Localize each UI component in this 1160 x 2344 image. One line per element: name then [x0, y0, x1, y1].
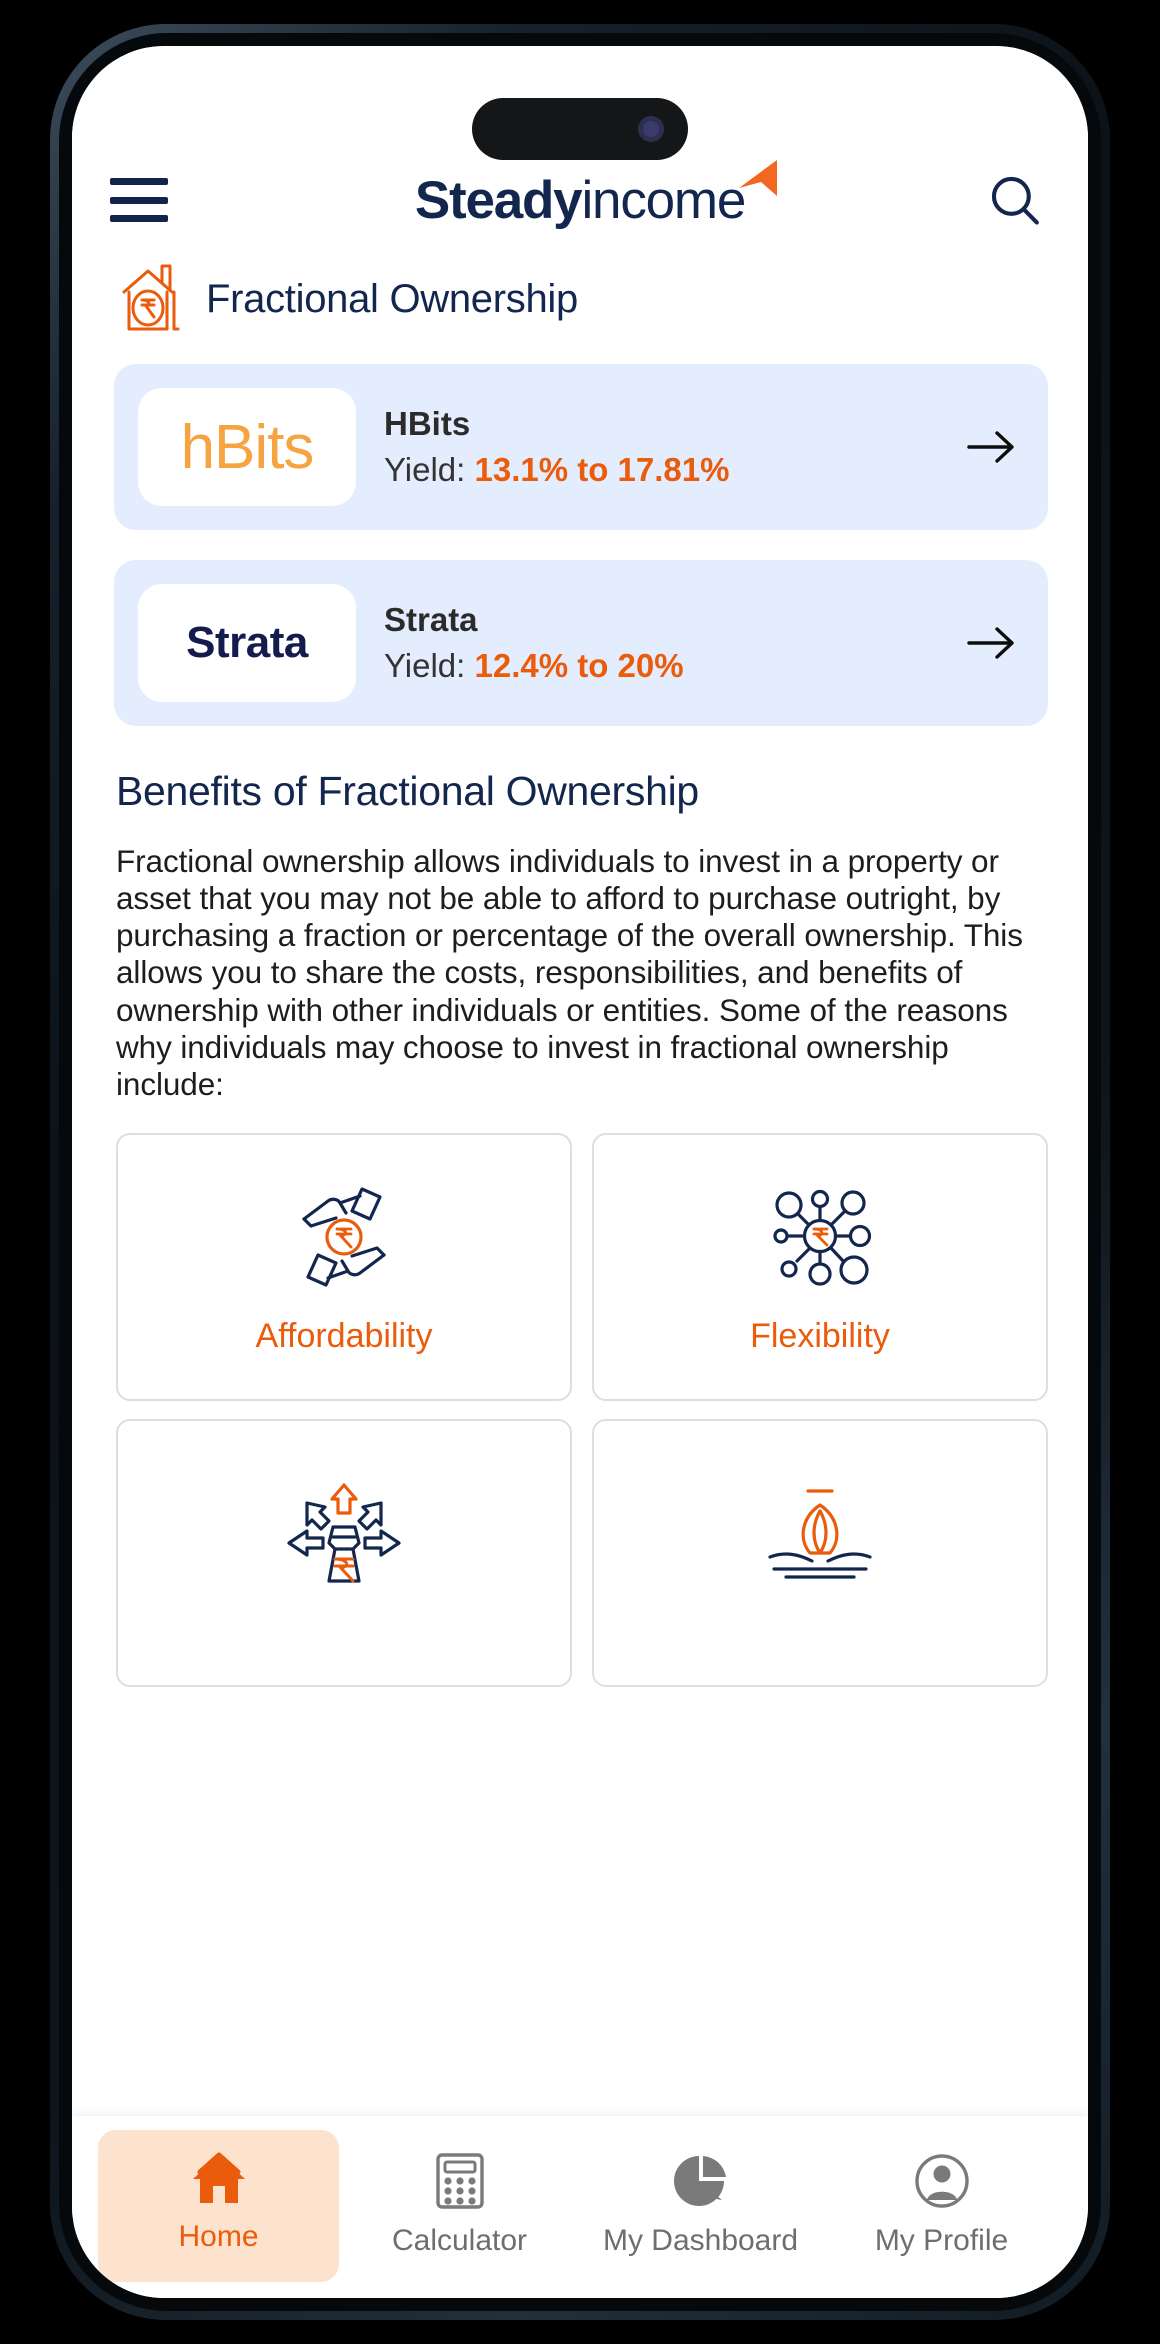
- benefit-label-flexibility: Flexibility: [750, 1316, 890, 1355]
- home-indicator: [440, 2275, 720, 2284]
- hbits-name: HBits: [384, 405, 471, 442]
- strata-logo-text: Strata: [186, 618, 308, 667]
- benefit-card-affordability[interactable]: Affordability: [116, 1133, 572, 1402]
- provider-card-hbits[interactable]: hBits HBits Yield: 13.1% to 17.81%: [114, 364, 1048, 530]
- search-icon[interactable]: [984, 169, 1046, 231]
- pie-chart-icon: [673, 2156, 726, 2206]
- hbits-yield-value: 13.1% to 17.81%: [474, 451, 730, 488]
- hbits-logo-text: hBits: [180, 412, 315, 482]
- hbits-yield: Yield: 13.1% to 17.81%: [384, 451, 936, 489]
- nav-item-calculator[interactable]: Calculator: [339, 2130, 580, 2282]
- phone-device-frame: Steadyincome Fractional Ownership hBits …: [50, 24, 1110, 2320]
- benefit-grid: Affordability Flexibility: [72, 1103, 1088, 1688]
- house-rupee-icon: [122, 264, 180, 331]
- nav-item-home[interactable]: Home: [98, 2130, 339, 2282]
- brand-flag-icon: [739, 159, 778, 196]
- hbits-yield-label: Yield:: [384, 451, 475, 488]
- strata-yield: Yield: 12.4% to 20%: [384, 647, 936, 685]
- front-camera-icon: [638, 116, 664, 142]
- bottom-navigation-bar: Home Calculator My Dashboard My Profile: [72, 2116, 1088, 2298]
- strata-yield-label: Yield:: [384, 647, 475, 684]
- benefits-heading: Benefits of Fractional Ownership: [116, 768, 699, 814]
- brand-name-light: income: [581, 170, 746, 230]
- benefits-paragraph: Fractional ownership allows individuals …: [116, 843, 1023, 1102]
- network-rupee-icon: [773, 1189, 872, 1286]
- benefit-card-diversification[interactable]: [116, 1419, 572, 1688]
- user-circle-icon: [914, 2154, 969, 2208]
- nav-item-my-dashboard[interactable]: My Dashboard: [580, 2130, 821, 2282]
- strata-name: Strata: [384, 601, 478, 638]
- calculator-icon: [435, 2153, 484, 2209]
- benefit-card-flexibility[interactable]: Flexibility: [592, 1133, 1048, 1402]
- page-title: Fractional Ownership: [206, 276, 578, 321]
- nav-item-my-profile[interactable]: My Profile: [821, 2130, 1062, 2282]
- hamburger-menu-icon[interactable]: [110, 178, 168, 222]
- strata-logo-tile: Strata: [138, 584, 356, 702]
- nav-label-my-dashboard: My Dashboard: [602, 2224, 799, 2257]
- brand-name-strong: Steady: [414, 170, 583, 230]
- benefit-card-growth[interactable]: [592, 1419, 1048, 1688]
- strata-yield-value: 12.4% to 20%: [474, 647, 684, 684]
- hands-rupee-icon: [302, 1186, 386, 1287]
- hbits-logo-tile: hBits: [138, 388, 356, 506]
- hbits-arrow-icon[interactable]: [964, 425, 1018, 469]
- brand-logo[interactable]: Steadyincome: [414, 159, 778, 230]
- hbits-info: HBits Yield: 13.1% to 17.81%: [384, 405, 936, 489]
- phone-screen: Steadyincome Fractional Ownership hBits …: [72, 46, 1088, 2298]
- home-icon: [192, 2152, 245, 2203]
- benefit-label-affordability: Affordability: [255, 1316, 433, 1355]
- strata-arrow-icon[interactable]: [964, 621, 1018, 665]
- section-title-row: Fractional Ownership: [72, 236, 1088, 352]
- nav-label-my-profile: My Profile: [874, 2224, 1009, 2257]
- provider-card-strata[interactable]: Strata Strata Yield: 12.4% to 20%: [114, 560, 1048, 726]
- diversification-arrows-icon: [287, 1483, 401, 1583]
- app-viewport: Steadyincome Fractional Ownership hBits …: [72, 46, 1088, 2298]
- growth-rupee-icon: [768, 1489, 872, 1579]
- dynamic-island: [472, 98, 688, 160]
- nav-label-calculator: Calculator: [391, 2224, 528, 2257]
- nav-label-home: Home: [178, 2220, 259, 2253]
- strata-info: Strata Yield: 12.4% to 20%: [384, 601, 936, 685]
